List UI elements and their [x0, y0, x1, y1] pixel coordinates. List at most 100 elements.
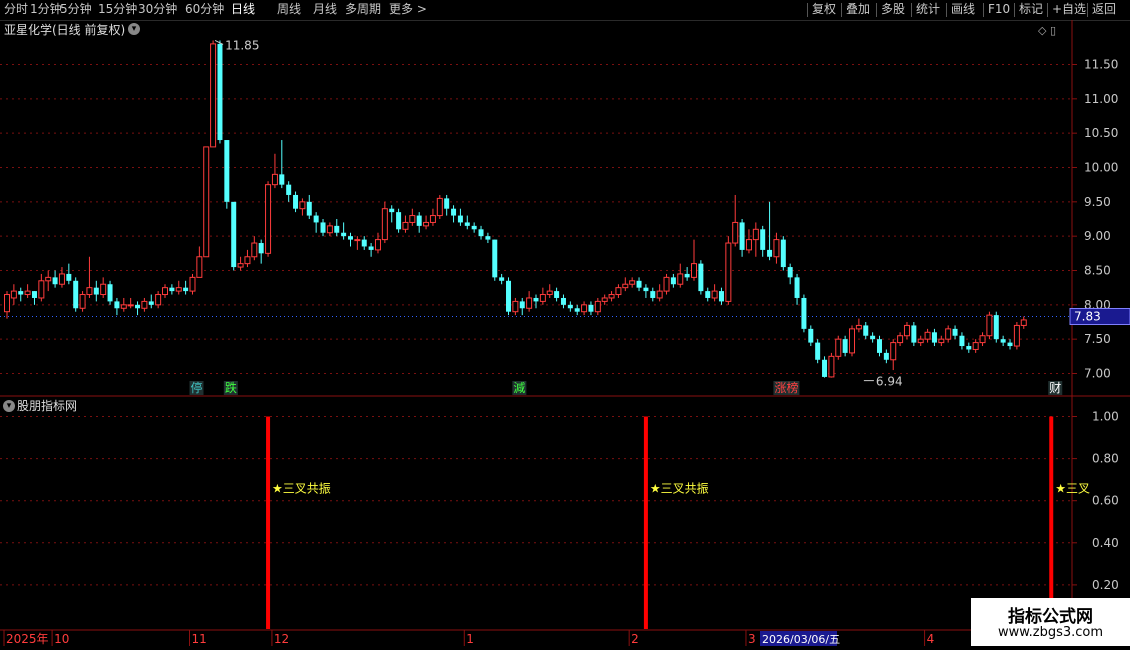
candle-body — [615, 287, 622, 296]
candle-body — [183, 287, 189, 292]
candle-body — [725, 242, 732, 302]
candle-body — [1020, 319, 1027, 326]
candle-body — [656, 290, 663, 299]
candle-body — [389, 208, 395, 213]
candle-body — [924, 331, 931, 340]
candle-body — [279, 174, 285, 185]
date-label: 2 — [631, 632, 639, 646]
candle-body — [381, 208, 388, 241]
candle-body — [499, 277, 505, 281]
candle-body — [718, 291, 724, 302]
candle-body — [581, 304, 588, 313]
event-tag: 财 — [1049, 381, 1061, 395]
candle-body — [739, 222, 745, 250]
candle-body — [794, 277, 800, 298]
candle-body — [670, 277, 676, 285]
indicator-tick-label: 0.80 — [1092, 452, 1119, 466]
candle-body — [629, 280, 636, 285]
candle-body — [897, 335, 904, 344]
candle-body — [237, 263, 244, 268]
candle-body — [506, 280, 512, 312]
candle-body — [4, 294, 10, 313]
candle-body — [66, 273, 72, 281]
candle-body — [567, 304, 573, 309]
candle-body — [334, 225, 340, 233]
candle-body — [135, 304, 141, 309]
candle-body — [815, 342, 821, 360]
price-tick-label: 11.50 — [1084, 58, 1118, 72]
candle-body — [299, 201, 306, 210]
candle-body — [210, 43, 217, 148]
candle-body — [45, 276, 52, 282]
candle-body — [883, 352, 889, 360]
candle-body — [972, 342, 979, 350]
candle-body — [539, 294, 546, 302]
candle-body — [416, 215, 422, 226]
candle-body — [691, 263, 697, 278]
candle-body — [313, 215, 319, 223]
candle-body — [780, 239, 786, 268]
kline-chart[interactable]: 11.5011.0010.5010.009.509.008.508.007.50… — [0, 0, 1130, 650]
price-tick-label: 7.50 — [1084, 332, 1111, 346]
high-label: 11.85 — [225, 38, 259, 52]
low-label: 6.94 — [876, 375, 903, 389]
candle-body — [828, 355, 835, 378]
candle-body — [196, 256, 203, 278]
candle-body — [244, 256, 251, 265]
candle-body — [546, 290, 553, 296]
candle-body — [773, 239, 780, 258]
candle-body — [842, 339, 848, 353]
candle-body — [354, 239, 361, 242]
candle-body — [107, 284, 113, 302]
candle-body — [594, 300, 601, 313]
price-tick-label: 8.50 — [1084, 264, 1111, 278]
candle-body — [402, 221, 409, 230]
indicator-tick-label: 1.00 — [1092, 410, 1119, 424]
candle-body — [732, 221, 739, 244]
indicator-tick-label: 0.60 — [1092, 494, 1119, 508]
signal-bar — [266, 416, 271, 629]
event-tag: 跌 — [225, 380, 237, 395]
candle-body — [361, 239, 367, 247]
candle-body — [993, 315, 999, 340]
price-tick-label: 9.50 — [1084, 195, 1111, 209]
candle-body — [512, 300, 519, 313]
candle-body — [436, 197, 443, 217]
candle-body — [58, 273, 65, 285]
candle-body — [127, 304, 134, 307]
candle-body — [396, 212, 402, 230]
candle-body — [767, 249, 773, 257]
candle-body — [574, 308, 580, 312]
signal-bar — [643, 416, 648, 629]
price-tick-label: 10.00 — [1084, 161, 1118, 175]
candle-body — [677, 273, 684, 285]
candle-body — [52, 277, 58, 285]
candle-body — [79, 294, 86, 309]
candle-body — [903, 324, 910, 337]
date-label: 2025年 — [6, 632, 49, 646]
price-tick-label: 11.00 — [1084, 92, 1118, 106]
candle-body — [38, 280, 45, 299]
candle-body — [231, 201, 237, 268]
candle-body — [162, 287, 169, 296]
candle-body — [457, 215, 463, 223]
candle-body — [519, 301, 525, 309]
candle-body — [141, 300, 148, 309]
candle-body — [320, 222, 326, 233]
price-tick-label: 9.00 — [1084, 229, 1111, 243]
candle-body — [705, 291, 711, 298]
candle-body — [114, 301, 120, 309]
candle-body — [711, 290, 718, 299]
candle-body — [601, 297, 608, 302]
watermark: 指标公式网 www.zbgs3.com — [971, 598, 1130, 646]
candle-body — [155, 294, 162, 306]
candle-body — [863, 325, 869, 336]
candle-body — [745, 239, 752, 251]
candle-body — [787, 267, 793, 278]
candle-body — [822, 359, 828, 377]
candle-body — [760, 229, 766, 250]
price-tick-label: 7.00 — [1084, 367, 1111, 381]
candle-body — [326, 225, 333, 234]
candle-body — [471, 225, 477, 230]
date-label: 10 — [54, 632, 69, 646]
